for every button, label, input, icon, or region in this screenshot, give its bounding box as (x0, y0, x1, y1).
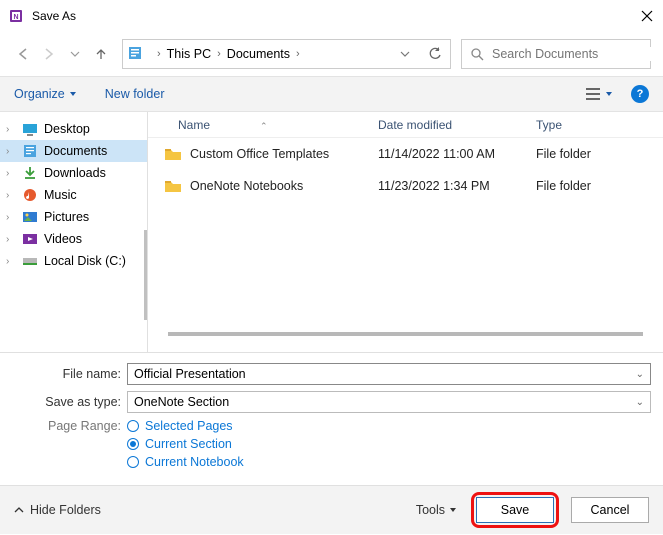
tools-menu[interactable]: Tools (416, 503, 457, 517)
chevron-down-icon[interactable]: ⌄ (636, 397, 644, 408)
toolbar: Organize New folder ? (0, 76, 663, 112)
search-icon (470, 47, 484, 61)
new-folder-button[interactable]: New folder (105, 87, 165, 101)
tree-item-pictures[interactable]: ›Pictures (0, 206, 147, 228)
file-name: Custom Office Templates (190, 147, 329, 161)
tree-label: Downloads (44, 166, 106, 180)
documents-icon (127, 45, 145, 63)
savetype-label: Save as type: (12, 395, 127, 409)
search-box[interactable] (461, 39, 651, 69)
breadcrumb-thispc[interactable]: This PC (167, 47, 211, 61)
radio-current-notebook[interactable]: Current Notebook (127, 455, 244, 469)
horizontal-scrollbar[interactable] (168, 332, 643, 336)
nav-tree: ›Desktop ›Documents ›Downloads ›Music ›P… (0, 112, 148, 352)
file-name: OneNote Notebooks (190, 179, 303, 193)
tree-label: Local Disk (C:) (44, 254, 126, 268)
col-type[interactable]: Type (528, 118, 663, 132)
chevron-up-icon (14, 505, 24, 515)
col-name[interactable]: Name⌃ (148, 118, 378, 132)
radio-label: Current Notebook (145, 455, 244, 469)
tree-item-videos[interactable]: ›Videos (0, 228, 147, 250)
chevron-right-icon[interactable]: › (217, 48, 221, 60)
help-icon[interactable]: ? (631, 85, 649, 103)
list-view-icon (585, 87, 601, 101)
tree-item-documents[interactable]: ›Documents (0, 140, 147, 162)
tree-item-downloads[interactable]: ›Downloads (0, 162, 147, 184)
filename-label: File name: (12, 367, 127, 381)
save-highlight: Save (471, 492, 559, 528)
file-type: File folder (528, 179, 663, 193)
recent-dropdown-icon[interactable] (64, 43, 86, 65)
close-icon[interactable] (639, 8, 655, 24)
hide-folders-button[interactable]: Hide Folders (14, 503, 101, 517)
file-date: 11/23/2022 1:34 PM (378, 179, 528, 193)
folder-icon (164, 179, 182, 193)
tree-label: Videos (44, 232, 82, 246)
save-button[interactable]: Save (476, 497, 554, 523)
address-bar[interactable]: › This PC › Documents › (122, 39, 451, 69)
file-list: Name⌃ Date modified Type Custom Office T… (148, 112, 663, 352)
radio-label: Current Section (145, 437, 232, 451)
tree-item-localdisk[interactable]: ›Local Disk (C:) (0, 250, 147, 272)
folder-icon (164, 147, 182, 161)
search-input[interactable] (492, 47, 653, 61)
svg-text:N: N (13, 14, 18, 21)
list-item[interactable]: Custom Office Templates 11/14/2022 11:00… (148, 138, 663, 170)
chevron-down-icon (449, 506, 457, 514)
col-date[interactable]: Date modified (378, 118, 528, 132)
file-type: File folder (528, 147, 663, 161)
pagerange-label: Page Range: (12, 419, 127, 473)
tree-label: Desktop (44, 122, 90, 136)
tree-label: Music (44, 188, 77, 202)
view-menu[interactable] (585, 87, 613, 101)
cancel-button[interactable]: Cancel (571, 497, 649, 523)
tree-label: Pictures (44, 210, 89, 224)
breadcrumb-documents[interactable]: Documents (227, 47, 290, 61)
savetype-dropdown[interactable]: OneNote Section⌄ (127, 391, 651, 413)
chevron-down-icon[interactable]: ⌄ (636, 369, 644, 380)
window-title: Save As (32, 9, 639, 23)
refresh-icon[interactable] (424, 43, 446, 65)
chevron-right-icon[interactable]: › (296, 48, 300, 60)
titlebar: N Save As (0, 0, 663, 32)
nav-row: › This PC › Documents › (0, 32, 663, 76)
sort-caret-icon: ⌃ (260, 121, 268, 131)
tree-item-music[interactable]: ›Music (0, 184, 147, 206)
file-date: 11/14/2022 11:00 AM (378, 147, 528, 161)
back-button[interactable] (12, 43, 34, 65)
list-item[interactable]: OneNote Notebooks 11/23/2022 1:34 PM Fil… (148, 170, 663, 202)
organize-button[interactable]: Organize (14, 87, 77, 101)
chevron-down-icon (69, 90, 77, 98)
filename-input[interactable]: Official Presentation⌄ (127, 363, 651, 385)
address-dropdown-icon[interactable] (394, 43, 416, 65)
footer: Hide Folders Tools Save Cancel (0, 486, 663, 534)
tree-label: Documents (44, 144, 107, 158)
tree-item-desktop[interactable]: ›Desktop (0, 118, 147, 140)
chevron-right-icon[interactable]: › (157, 48, 161, 60)
up-button[interactable] (90, 43, 112, 65)
forward-button[interactable] (38, 43, 60, 65)
tree-scrollbar[interactable] (144, 230, 147, 320)
column-headers: Name⌃ Date modified Type (148, 112, 663, 138)
chevron-down-icon (605, 90, 613, 98)
radio-current-section[interactable]: Current Section (127, 437, 244, 451)
organize-label: Organize (14, 87, 65, 101)
radio-label: Selected Pages (145, 419, 233, 433)
onenote-icon: N (8, 8, 24, 24)
save-fields: File name: Official Presentation⌄ Save a… (0, 352, 663, 486)
radio-selected-pages[interactable]: Selected Pages (127, 419, 244, 433)
